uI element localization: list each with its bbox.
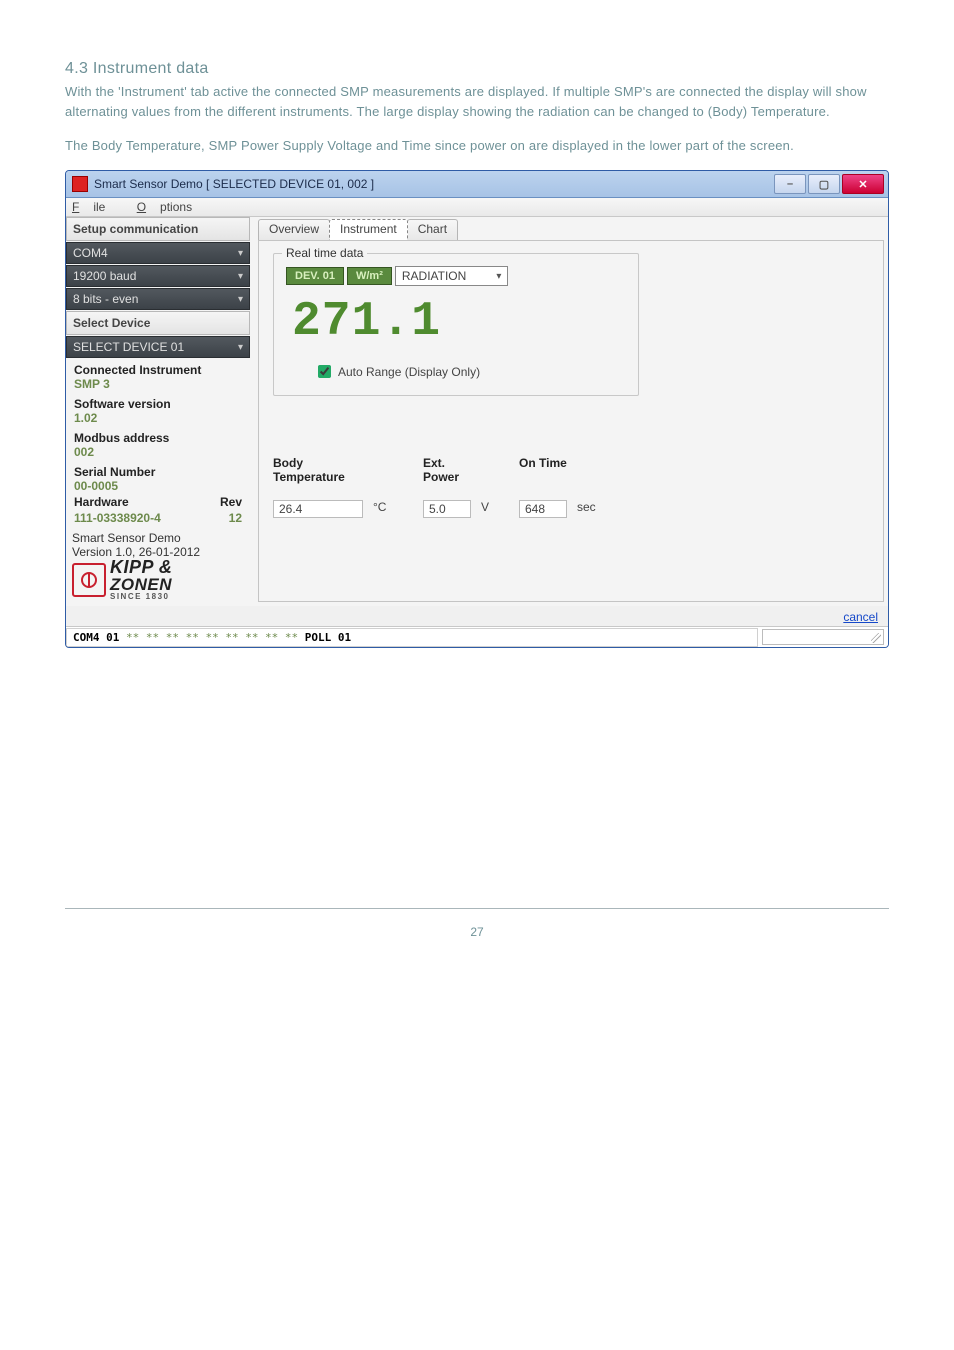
serial-number-label: Serial Number	[74, 465, 242, 479]
rev-label: Rev	[220, 495, 242, 509]
window-title: Smart Sensor Demo [ SELECTED DEVICE 01, …	[94, 177, 772, 191]
app-window: Smart Sensor Demo [ SELECTED DEVICE 01, …	[65, 170, 889, 648]
serial-number-value: 00-0005	[74, 479, 242, 493]
device-pill: DEV. 01	[286, 267, 344, 285]
unit-pill: W/m²	[347, 267, 392, 285]
maximize-button[interactable]: ▢	[808, 174, 840, 194]
hardware-value: 111-03338920-4	[74, 511, 161, 525]
brand-logo: KIPP & ZONEN SINCE 1830	[72, 559, 244, 600]
com-port-select[interactable]: COM4	[66, 242, 250, 264]
body-temperature-header: Body Temperature	[273, 456, 363, 484]
auto-range-label: Auto Range (Display Only)	[338, 365, 480, 379]
app-name-label: Smart Sensor Demo	[72, 531, 244, 545]
auto-range-input[interactable]	[318, 365, 331, 378]
on-time-value: 648	[519, 500, 567, 518]
status-text: COM4 01 ** ** ** ** ** ** ** ** ** POLL …	[66, 628, 758, 647]
tab-instrument[interactable]: Instrument	[329, 219, 408, 240]
page-rule	[65, 908, 889, 909]
minimize-button[interactable]: –	[774, 174, 806, 194]
statusbar: COM4 01 ** ** ** ** ** ** ** ** ** POLL …	[66, 626, 888, 647]
menu-options[interactable]: Options	[137, 200, 206, 214]
on-time-header: On Time	[519, 456, 567, 484]
connected-instrument-value: SMP 3	[74, 377, 242, 391]
main-panel: Overview Instrument Chart Real time data…	[250, 217, 888, 606]
close-button[interactable]: ✕	[842, 174, 884, 194]
ext-power-unit: V	[481, 500, 509, 518]
realtime-fieldset: Real time data DEV. 01 W/m² RADIATION 27…	[273, 253, 639, 396]
brand-line3: SINCE 1830	[110, 593, 172, 601]
intro-paragraph-1: With the 'Instrument' tab active the con…	[65, 82, 889, 122]
connected-instrument-label: Connected Instrument	[74, 363, 242, 377]
brand-mark-icon	[72, 563, 106, 597]
software-version-label: Software version	[74, 397, 242, 411]
menubar: File Options	[66, 198, 888, 217]
titlebar[interactable]: Smart Sensor Demo [ SELECTED DEVICE 01, …	[66, 171, 888, 198]
section-heading: 4.3 Instrument data	[65, 60, 889, 78]
side-panel: Setup communication COM4 19200 baud 8 bi…	[66, 217, 250, 606]
quantity-select[interactable]: RADIATION	[395, 266, 508, 286]
software-version-value: 1.02	[74, 411, 242, 425]
parity-select[interactable]: 8 bits - even	[66, 288, 250, 310]
device-select[interactable]: SELECT DEVICE 01	[66, 336, 250, 358]
ext-power-header: Ext. Power	[423, 456, 471, 484]
modbus-address-value: 002	[74, 445, 242, 459]
tab-chart[interactable]: Chart	[407, 219, 458, 240]
on-time-unit: sec	[577, 500, 621, 518]
intro-paragraph-2: The Body Temperature, SMP Power Supply V…	[65, 136, 889, 156]
page-number: 27	[65, 925, 889, 939]
body-temperature-unit: °C	[373, 500, 413, 518]
rev-value: 12	[229, 511, 242, 525]
hardware-label: Hardware	[74, 495, 129, 509]
cancel-bar: cancel	[66, 606, 888, 626]
setup-communication-header: Setup communication	[66, 217, 250, 241]
menu-file[interactable]: File	[72, 200, 119, 214]
modbus-address-label: Modbus address	[74, 431, 242, 445]
radiation-reading: 271.1	[292, 298, 626, 346]
status-progress	[762, 629, 884, 645]
auto-range-checkbox[interactable]: Auto Range (Display Only)	[314, 362, 626, 381]
ext-power-value: 5.0	[423, 500, 471, 518]
baud-select[interactable]: 19200 baud	[66, 265, 250, 287]
app-icon	[72, 176, 88, 192]
cancel-link[interactable]: cancel	[843, 610, 878, 624]
tab-overview[interactable]: Overview	[258, 219, 330, 240]
brand-line2: ZONEN	[110, 577, 172, 593]
body-temperature-value: 26.4	[273, 500, 363, 518]
realtime-legend: Real time data	[282, 246, 367, 260]
select-device-header: Select Device	[66, 311, 250, 335]
brand-line1: KIPP &	[110, 559, 172, 576]
